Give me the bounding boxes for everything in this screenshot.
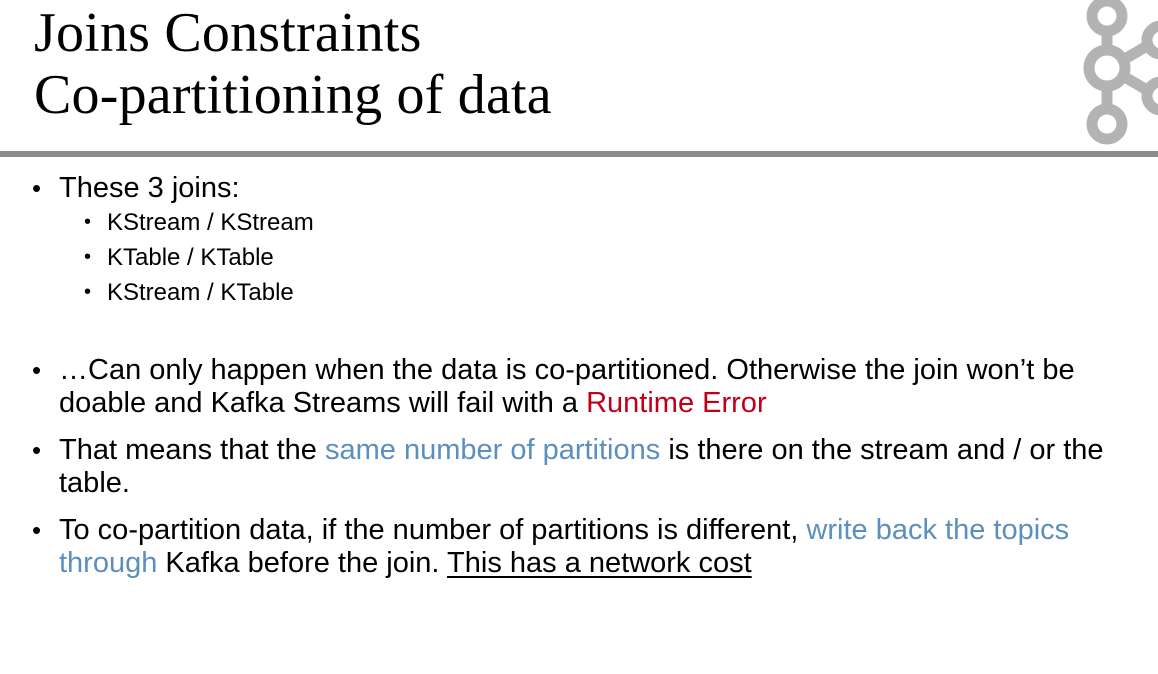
bullet-dot: • <box>32 173 42 203</box>
bullet-text: …Can only happen when the data is co-par… <box>59 354 1075 419</box>
sub-bullet-text: KTable / KTable <box>107 244 274 271</box>
slide-title: Joins Constraints Co-partitioning of dat… <box>34 2 552 126</box>
partitions-highlight: same number of partitions <box>324 434 661 466</box>
bullet-dot: • <box>32 435 42 465</box>
bullet-text: These 3 joins: <box>59 172 240 204</box>
bullet-item: • That means that the same number of par… <box>32 434 1142 500</box>
runtime-error-highlight: Runtime Error <box>586 387 767 419</box>
title-divider <box>0 151 1158 157</box>
bullet-item: • These 3 joins: <box>32 172 1142 205</box>
title-line-1: Joins Constraints <box>34 2 422 64</box>
bullet-text: To co-partition data, if the number of p… <box>59 514 807 546</box>
bullet-dot: • <box>84 281 92 303</box>
bullet-dot: • <box>32 515 42 545</box>
sub-bullet-text: KStream / KTable <box>107 279 294 306</box>
kafka-logo-icon <box>1083 0 1158 145</box>
bullet-item: • …Can only happen when the data is co-p… <box>32 354 1142 420</box>
sub-bullet-item: • KStream / KStream <box>32 205 1142 240</box>
bullet-list: • These 3 joins: • KStream / KStream • K… <box>32 172 1142 580</box>
bullet-text: Kafka before the join. <box>157 547 448 579</box>
bullet-dot: • <box>84 211 92 233</box>
slide: Joins Constraints Co-partitioning of dat… <box>0 0 1158 674</box>
network-cost-underlined: This has a network cost <box>447 547 752 579</box>
bullet-item: • To co-partition data, if the number of… <box>32 514 1142 580</box>
bullet-text: That means that the <box>59 434 325 466</box>
bullet-dot: • <box>32 355 42 385</box>
bullet-dot: • <box>84 246 92 268</box>
title-line-2: Co-partitioning of data <box>34 64 552 126</box>
sub-bullet-item: • KStream / KTable <box>32 275 1142 310</box>
sub-bullet-text: KStream / KStream <box>107 209 314 236</box>
sub-bullet-item: • KTable / KTable <box>32 240 1142 275</box>
